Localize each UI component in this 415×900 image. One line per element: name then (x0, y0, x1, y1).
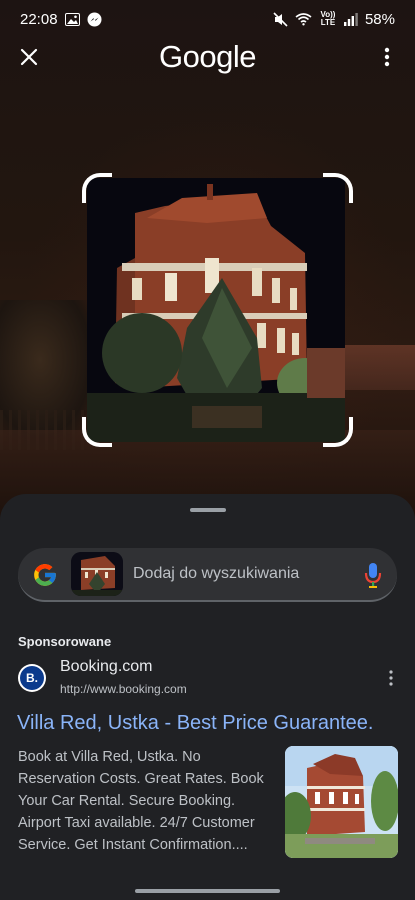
ad-thumbnail[interactable] (285, 746, 398, 858)
mic-icon[interactable] (363, 561, 383, 589)
status-time: 22:08 (20, 10, 58, 28)
system-nav-handle[interactable] (135, 889, 280, 893)
search-image-thumbnail[interactable] (71, 552, 123, 596)
ad-site-url[interactable]: http://www.booking.com (60, 682, 187, 696)
sponsored-label: Sponsorowane (18, 634, 112, 649)
volte-label: Vo)) LTE (320, 10, 336, 27)
selected-image-region[interactable] (87, 178, 345, 442)
ad-site-name[interactable]: Booking.com (60, 658, 153, 676)
crop-corner-top-left[interactable] (82, 173, 112, 203)
google-logo: Google (159, 39, 256, 74)
background-building (340, 345, 415, 390)
status-bar: 22:08 Vo)) LTE 58% (0, 0, 415, 38)
building-photo (87, 178, 345, 442)
results-sheet: Dodaj do wyszukiwania Sponsorowane B. Bo… (0, 494, 415, 900)
mute-icon (273, 11, 288, 27)
battery-percent: 58% (364, 10, 395, 28)
ad-title-link[interactable]: Villa Red, Ustka - Best Price Guarantee. (17, 712, 373, 735)
messenger-icon (87, 12, 102, 27)
ad-more-button[interactable] (385, 668, 397, 688)
search-bar[interactable]: Dodaj do wyszukiwania (18, 548, 397, 602)
booking-logo-mark: B. (20, 666, 44, 690)
more-vert-icon (384, 47, 390, 67)
search-placeholder: Dodaj do wyszukiwania (133, 565, 300, 582)
google-g-icon (34, 564, 56, 586)
top-header: Google (0, 38, 415, 78)
volte-icon: Vo)) LTE (319, 11, 337, 27)
signal-icon (343, 12, 358, 26)
ad-description: Book at Villa Red, Ustka. No Reservation… (18, 749, 264, 853)
gallery-icon (64, 12, 80, 26)
wifi-call-icon (295, 12, 312, 26)
more-options-button[interactable] (375, 42, 399, 72)
more-vert-icon (389, 670, 393, 686)
booking-logo: B. (18, 664, 46, 692)
sheet-drag-handle[interactable] (190, 508, 226, 512)
